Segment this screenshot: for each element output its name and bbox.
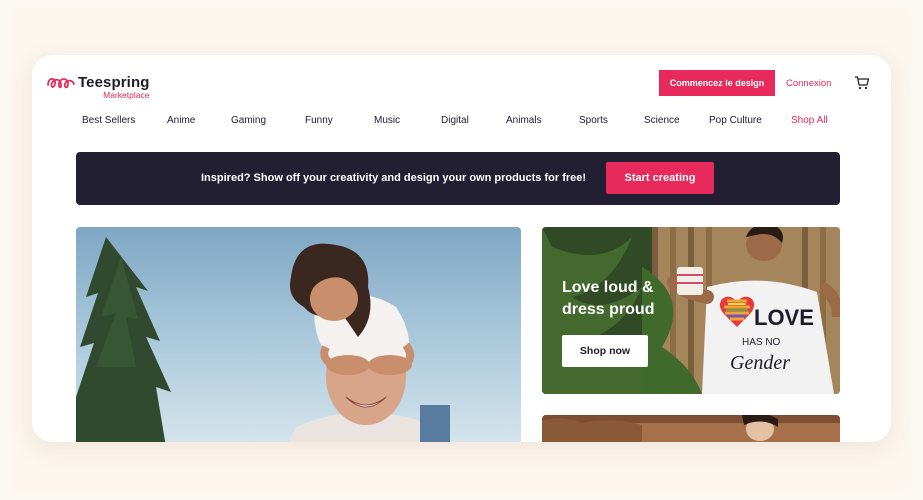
nav-item-best-sellers[interactable]: Best Sellers: [82, 115, 135, 126]
shirt-print-love: LOVE: [754, 305, 814, 330]
nav-item-funny[interactable]: Funny: [305, 115, 333, 126]
start-design-button[interactable]: Commencez le design: [659, 70, 775, 96]
nav-item-pop-culture[interactable]: Pop Culture: [709, 115, 762, 126]
category-nav: Best Sellers Anime Gaming Funny Music Di…: [68, 115, 891, 129]
cart-icon[interactable]: [854, 75, 870, 91]
hero-family-illustration: [76, 227, 521, 442]
promo-card-secondary[interactable]: [542, 415, 840, 442]
creator-banner: Inspired? Show off your creativity and d…: [76, 152, 840, 205]
nav-item-shop-all[interactable]: Shop All: [791, 115, 828, 126]
secondary-promo-image: [542, 415, 840, 442]
promo-headline: Love loud & dress proud: [562, 279, 655, 318]
teespring-logo-icon: [47, 77, 75, 89]
login-link[interactable]: Connexion: [786, 78, 831, 89]
nav-item-digital[interactable]: Digital: [441, 115, 469, 126]
hero-image-family[interactable]: [76, 227, 521, 442]
shirt-print-has-no: HAS NO: [742, 337, 781, 348]
nav-item-anime[interactable]: Anime: [167, 115, 195, 126]
shirt-print-gender: Gender: [730, 352, 790, 374]
promo-card-pride[interactable]: LOVE HAS NO Gender Love loud & dress pro…: [542, 227, 840, 394]
nav-item-animals[interactable]: Animals: [506, 115, 542, 126]
banner-text: Inspired? Show off your creativity and d…: [201, 172, 587, 184]
teespring-logo[interactable]: Teespring Marketplace: [46, 74, 149, 100]
nav-item-sports[interactable]: Sports: [579, 115, 608, 126]
shop-now-button[interactable]: Shop now: [562, 335, 648, 367]
logo-name: Teespring: [78, 74, 150, 91]
nav-item-gaming[interactable]: Gaming: [231, 115, 266, 126]
nav-item-music[interactable]: Music: [374, 115, 400, 126]
start-creating-button[interactable]: Start creating: [606, 162, 714, 194]
browser-frame: Teespring Marketplace Commencez le desig…: [32, 55, 891, 442]
logo-subtitle: Marketplace: [103, 90, 150, 100]
nav-item-science[interactable]: Science: [644, 115, 680, 126]
